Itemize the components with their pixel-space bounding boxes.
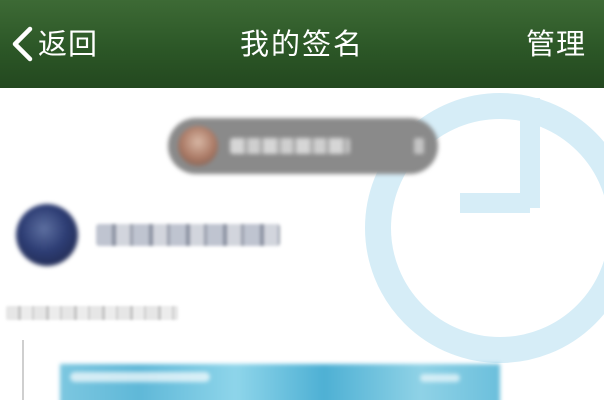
content-area bbox=[0, 88, 604, 400]
manage-button[interactable]: 管理 bbox=[526, 22, 586, 66]
blurred-account-pill[interactable] bbox=[168, 118, 438, 174]
meta-info-redacted bbox=[6, 306, 178, 320]
thread-divider bbox=[22, 340, 24, 400]
pill-text-redacted bbox=[230, 138, 350, 154]
image-highlight bbox=[420, 374, 460, 382]
signature-screen: 返回 我的签名 管理 bbox=[0, 0, 604, 400]
image-highlight bbox=[70, 372, 210, 382]
username-redacted bbox=[96, 224, 280, 246]
signature-image-preview[interactable] bbox=[60, 364, 500, 400]
pill-avatar bbox=[178, 126, 218, 166]
pill-chevron-icon bbox=[414, 138, 424, 154]
navigation-bar: 返回 我的签名 管理 bbox=[0, 0, 604, 88]
avatar[interactable] bbox=[16, 204, 78, 266]
page-title: 我的签名 bbox=[239, 27, 364, 61]
